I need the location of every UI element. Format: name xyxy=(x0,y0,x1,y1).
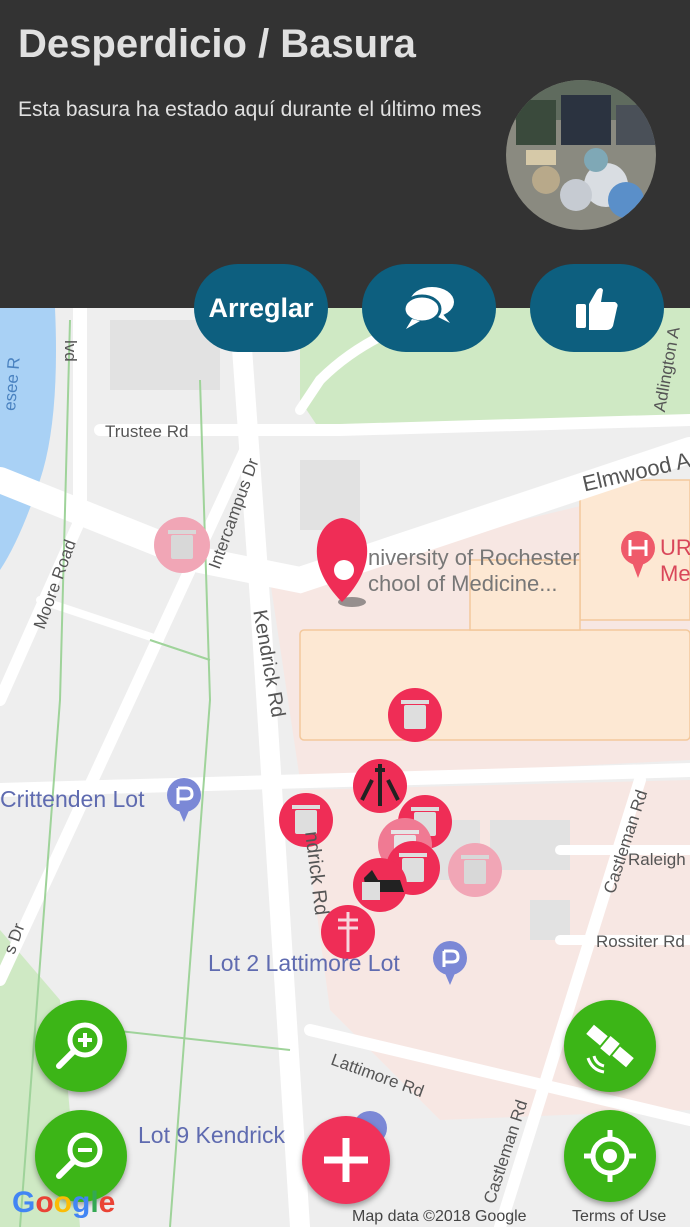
road-label-rossiter: Rossiter Rd xyxy=(596,932,685,951)
satellite-icon xyxy=(586,1024,634,1074)
place-label-lot9: Lot 9 Kendrick xyxy=(138,1122,286,1148)
zoom-in-icon xyxy=(56,1022,103,1069)
crosshair-icon xyxy=(584,1130,636,1182)
road-label-blvd: lvd xyxy=(61,340,80,362)
map-marker-animal[interactable] xyxy=(353,858,407,912)
place-label-school: niversity of Rochester chool of Medicine… xyxy=(368,545,580,596)
fix-button[interactable]: Arreglar xyxy=(194,264,328,352)
satellite-view-button[interactable] xyxy=(564,1000,656,1092)
map-marker-trash-faded[interactable] xyxy=(154,517,210,573)
zoom-in-button[interactable] xyxy=(35,1000,127,1092)
comment-button[interactable] xyxy=(362,264,496,352)
issue-photo[interactable] xyxy=(506,80,656,230)
issue-title: Desperdicio / Basura xyxy=(18,22,416,66)
map-marker-trash[interactable] xyxy=(388,688,442,742)
terms-link[interactable]: Terms of Use xyxy=(572,1208,666,1226)
road-label-raleigh: Raleigh xyxy=(628,850,686,869)
road-label-trustee: Trustee Rd xyxy=(105,422,189,441)
issue-header: Desperdicio / Basura Esta basura ha esta… xyxy=(0,0,690,308)
plus-icon xyxy=(324,1138,368,1182)
thumbs-up-icon xyxy=(576,288,618,330)
my-location-button[interactable] xyxy=(564,1110,656,1202)
place-label-lot2: Lot 2 Lattimore Lot xyxy=(208,950,400,976)
map-marker-tower[interactable] xyxy=(353,759,407,813)
issue-description: Esta basura ha estado aquí durante el úl… xyxy=(18,98,482,121)
add-report-button[interactable] xyxy=(302,1116,390,1204)
chat-bubbles-icon xyxy=(402,287,454,329)
google-logo: Google xyxy=(12,1186,116,1219)
zoom-out-icon xyxy=(56,1132,103,1179)
map-marker-trash-faded[interactable] xyxy=(448,843,502,897)
place-label-crittenden: Crittenden Lot xyxy=(0,786,145,812)
map-attribution: Map data ©2018 Google xyxy=(352,1208,527,1225)
place-label-hospital: UR Me xyxy=(660,535,690,586)
like-button[interactable] xyxy=(530,264,664,352)
